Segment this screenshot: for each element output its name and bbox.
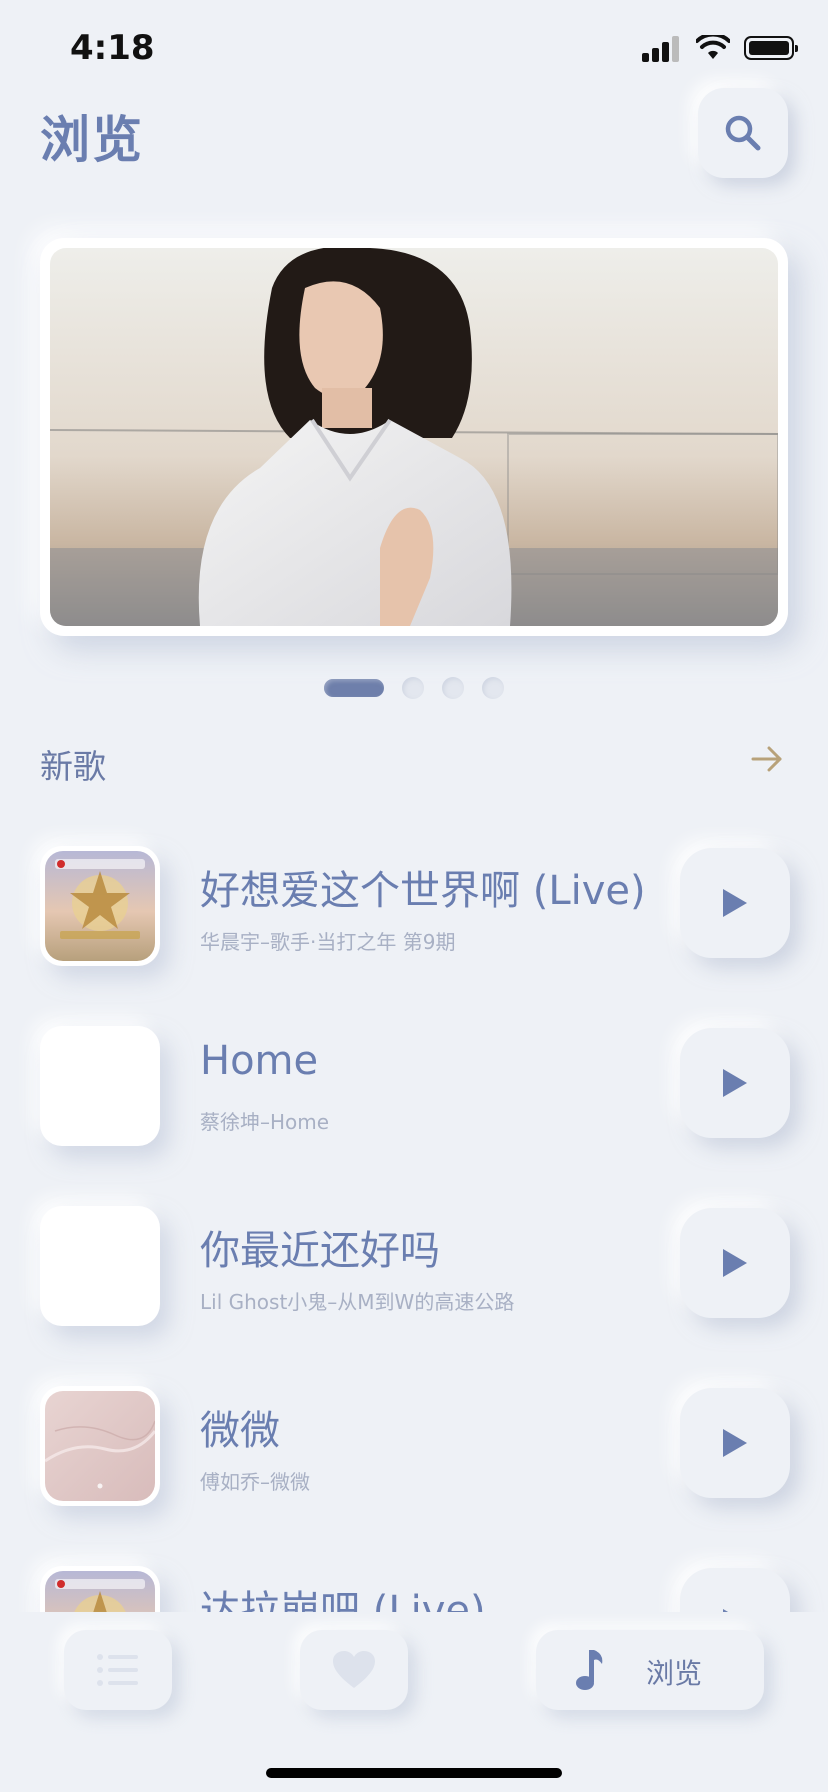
- song-title: 好想爱这个世界啊 (Live): [200, 868, 646, 914]
- page-title: 浏览: [40, 111, 144, 169]
- song-row[interactable]: 微微 傅如乔–微微: [40, 1386, 790, 1506]
- song-row[interactable]: 好想爱这个世界啊 (Live) 华晨宇–歌手·当打之年 第9期: [40, 846, 790, 966]
- arrow-right-icon[interactable]: [750, 742, 784, 776]
- play-button[interactable]: [680, 1388, 790, 1498]
- song-title: Home: [200, 1038, 319, 1084]
- play-icon: [723, 889, 747, 917]
- album-cover: [40, 1206, 160, 1326]
- cellular-signal-icon: [642, 34, 682, 62]
- banner-image: [50, 248, 778, 626]
- carousel-dot[interactable]: [482, 677, 504, 699]
- tab-favorites[interactable]: [300, 1630, 408, 1710]
- section-title: 新歌: [40, 747, 106, 786]
- song-subtitle: 蔡徐坤–Home: [200, 1110, 330, 1134]
- song-subtitle: 华晨宇–歌手·当打之年 第9期: [200, 930, 456, 954]
- list-icon: [97, 1654, 138, 1686]
- album-cover: [40, 1386, 160, 1506]
- search-button[interactable]: [698, 88, 788, 178]
- album-cover: [40, 1026, 160, 1146]
- tab-bar: 浏览: [0, 1612, 828, 1792]
- carousel-indicator[interactable]: [0, 677, 828, 699]
- search-icon: [725, 115, 761, 151]
- play-button[interactable]: [680, 1208, 790, 1318]
- carousel-dot[interactable]: [402, 677, 424, 699]
- tab-list[interactable]: [64, 1630, 172, 1710]
- play-button[interactable]: [680, 848, 790, 958]
- song-row[interactable]: Home 蔡徐坤–Home: [40, 1026, 790, 1146]
- song-subtitle: 傅如乔–微微: [200, 1470, 310, 1494]
- carousel-dot-active[interactable]: [324, 679, 384, 697]
- album-cover: [40, 846, 160, 966]
- home-indicator: [266, 1768, 562, 1778]
- play-button[interactable]: [680, 1028, 790, 1138]
- song-subtitle: Lil Ghost小鬼–从M到W的高速公路: [200, 1290, 515, 1314]
- wifi-icon: [696, 35, 730, 59]
- tab-browse[interactable]: 浏览: [536, 1630, 764, 1710]
- play-icon: [723, 1069, 747, 1097]
- play-icon: [723, 1429, 747, 1457]
- song-title: 微微: [200, 1408, 280, 1454]
- song-title: 你最近还好吗: [200, 1228, 440, 1274]
- play-icon: [723, 1249, 747, 1277]
- song-row[interactable]: 你最近还好吗 Lil Ghost小鬼–从M到W的高速公路: [40, 1206, 790, 1326]
- status-time: 4:18: [70, 28, 155, 68]
- status-bar: 4:18: [0, 0, 828, 96]
- featured-banner[interactable]: [40, 238, 788, 636]
- tab-browse-label: 浏览: [646, 1657, 703, 1690]
- music-note-icon: [576, 1650, 603, 1690]
- heart-icon: [333, 1651, 375, 1688]
- battery-icon: [744, 36, 798, 60]
- carousel-dot[interactable]: [442, 677, 464, 699]
- status-icons: [642, 34, 798, 62]
